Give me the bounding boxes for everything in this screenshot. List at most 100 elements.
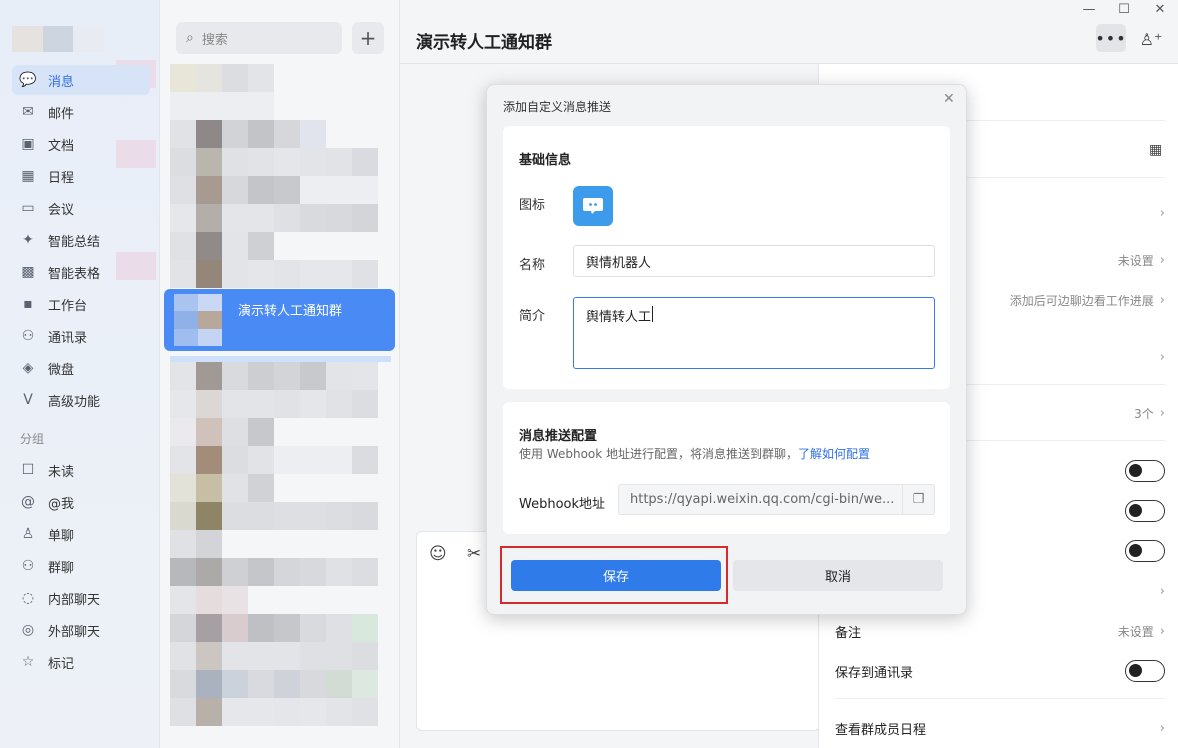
- member-schedule-row[interactable]: 查看群成员日程 ›: [835, 709, 1165, 747]
- blurred-pixel: [222, 586, 248, 614]
- chat-title: 演示转人工通知群: [416, 33, 552, 53]
- chevron-right-icon: ›: [1159, 623, 1165, 639]
- blurred-pixel: [352, 418, 378, 446]
- blurred-pixel: [352, 64, 378, 92]
- blurred-pixel: [300, 586, 326, 614]
- conversation-item-selected[interactable]: 演示转人工通知群: [164, 289, 395, 351]
- blurred-pixel: [248, 92, 274, 120]
- webhook-url-field[interactable]: https://qyapi.weixin.qq.com/cgi-bin/we..…: [618, 484, 935, 515]
- remark-row[interactable]: 备注 未设置 ›: [835, 612, 1165, 650]
- blurred-pixel: [170, 176, 196, 204]
- blurred-pixel: [170, 698, 196, 726]
- conversation-items-blurred[interactable]: [170, 64, 382, 288]
- conversation-items-blurred[interactable]: [170, 362, 382, 726]
- blurred-pixel: [274, 698, 300, 726]
- toggle-switch[interactable]: [1125, 540, 1165, 562]
- blurred-pixel: [352, 92, 378, 120]
- name-input[interactable]: 舆情机器人: [573, 245, 935, 277]
- blurred-pixel: [300, 260, 326, 288]
- nav-item-1[interactable]: ✉ 邮件: [12, 97, 150, 127]
- blurred-pixel: [170, 530, 196, 558]
- push-hint-text: 使用 Webhook 地址进行配置，将消息推送到群聊，: [519, 447, 799, 461]
- emoji-icon[interactable]: ☺: [429, 544, 447, 564]
- blurred-pixel: [352, 390, 378, 418]
- more-icon: •••: [1095, 28, 1127, 48]
- group-item-3[interactable]: ⚇ 群聊: [12, 551, 150, 581]
- blurred-pixel: [326, 418, 352, 446]
- blurred-pixel: [170, 670, 196, 698]
- table-icon: ▩: [21, 264, 35, 280]
- blurred-pixel: [196, 446, 222, 474]
- maximize-button[interactable]: ☐: [1115, 2, 1133, 17]
- minimize-button[interactable]: —: [1080, 2, 1098, 17]
- save-button[interactable]: 保存: [511, 560, 721, 591]
- blurred-pixel: [300, 390, 326, 418]
- group-item-5[interactable]: ◎ 外部聊天: [12, 615, 150, 645]
- group-item-0[interactable]: ☐ 未读: [12, 455, 150, 485]
- close-window-button[interactable]: ✕: [1151, 2, 1169, 17]
- copy-button[interactable]: ❐: [902, 485, 934, 514]
- search-icon: ⌕: [186, 30, 194, 46]
- nav-item-0[interactable]: 💬 消息: [12, 65, 150, 95]
- blurred-pixel: [222, 64, 248, 92]
- blurred-pixel: [352, 558, 378, 586]
- blurred-pixel: [222, 558, 248, 586]
- nav-item-7[interactable]: ▪ 工作台: [12, 289, 150, 319]
- blurred-pixel: [196, 120, 222, 148]
- blurred-pixel: [274, 642, 300, 670]
- scissors-icon[interactable]: ✂: [467, 544, 481, 564]
- qrcode-icon[interactable]: ▦: [1149, 142, 1162, 158]
- more-options-button[interactable]: •••: [1095, 24, 1127, 52]
- icon-label: 图标: [519, 198, 546, 213]
- nav-item-3[interactable]: ▦ 日程: [12, 161, 150, 191]
- group-item-1[interactable]: @ @我: [12, 487, 150, 517]
- advanced-icon: V: [23, 392, 33, 408]
- nav-item-label: 通讯录: [48, 330, 88, 346]
- intro-textarea[interactable]: 舆情转人工: [573, 297, 935, 369]
- blurred-pixel: [170, 362, 196, 390]
- blurred-pixel: [196, 362, 222, 390]
- user-avatar[interactable]: [12, 26, 105, 52]
- nav-item-9[interactable]: ◈ 微盘: [12, 353, 150, 383]
- nav-item-10[interactable]: V 高级功能: [12, 385, 150, 415]
- maximize-icon: ☐: [1118, 2, 1130, 17]
- blurred-pixel: [170, 232, 196, 260]
- blurred-pixel: [352, 698, 378, 726]
- blurred-pixel: [170, 586, 196, 614]
- name-label: 名称: [519, 258, 546, 273]
- nav-item-2[interactable]: ▣ 文档: [12, 129, 150, 159]
- save-to-contacts-toggle[interactable]: [1125, 660, 1165, 682]
- dialog-close-button[interactable]: ✕: [943, 91, 955, 107]
- blurred-pixel: [170, 642, 196, 670]
- group-item-4[interactable]: ◌ 内部聊天: [12, 583, 150, 613]
- blurred-pixel: [248, 390, 274, 418]
- robot-chat-icon[interactable]: [573, 186, 613, 226]
- remark-value: 未设置: [1117, 624, 1154, 639]
- blurred-pixel: [352, 530, 378, 558]
- nav-item-8[interactable]: ⚇ 通讯录: [12, 321, 150, 351]
- blurred-pixel: [326, 204, 352, 232]
- blurred-pixel: [170, 92, 196, 120]
- add-member-button[interactable]: ♙⁺: [1138, 26, 1164, 52]
- nav-item-5[interactable]: ✦ 智能总结: [12, 225, 150, 255]
- nav-item-label: 邮件: [48, 106, 75, 122]
- toggle-switch[interactable]: [1125, 460, 1165, 482]
- cancel-button[interactable]: 取消: [733, 560, 943, 591]
- group-item-2[interactable]: ♙ 单聊: [12, 519, 150, 549]
- learn-how-link[interactable]: 了解如何配置: [798, 447, 870, 461]
- blurred-pixel: [170, 474, 196, 502]
- chevron-right-icon: ›: [1159, 583, 1165, 599]
- blurred-pixel: [170, 502, 196, 530]
- nav-item-4[interactable]: ▭ 会议: [12, 193, 150, 223]
- contacts-icon: ⚇: [21, 328, 35, 344]
- blurred-pixel: [222, 176, 248, 204]
- blurred-pixel: [248, 698, 274, 726]
- blurred-pixel: [326, 120, 352, 148]
- add-button[interactable]: +: [352, 22, 384, 54]
- search-input[interactable]: ⌕ 搜索: [176, 22, 342, 54]
- toggle-switch[interactable]: [1125, 500, 1165, 522]
- blurred-pixel: [326, 446, 352, 474]
- group-item-6[interactable]: ☆ 标记: [12, 647, 150, 677]
- nav-item-6[interactable]: ▩ 智能表格: [12, 257, 150, 287]
- save-to-contacts-label: 保存到通讯录: [835, 665, 914, 681]
